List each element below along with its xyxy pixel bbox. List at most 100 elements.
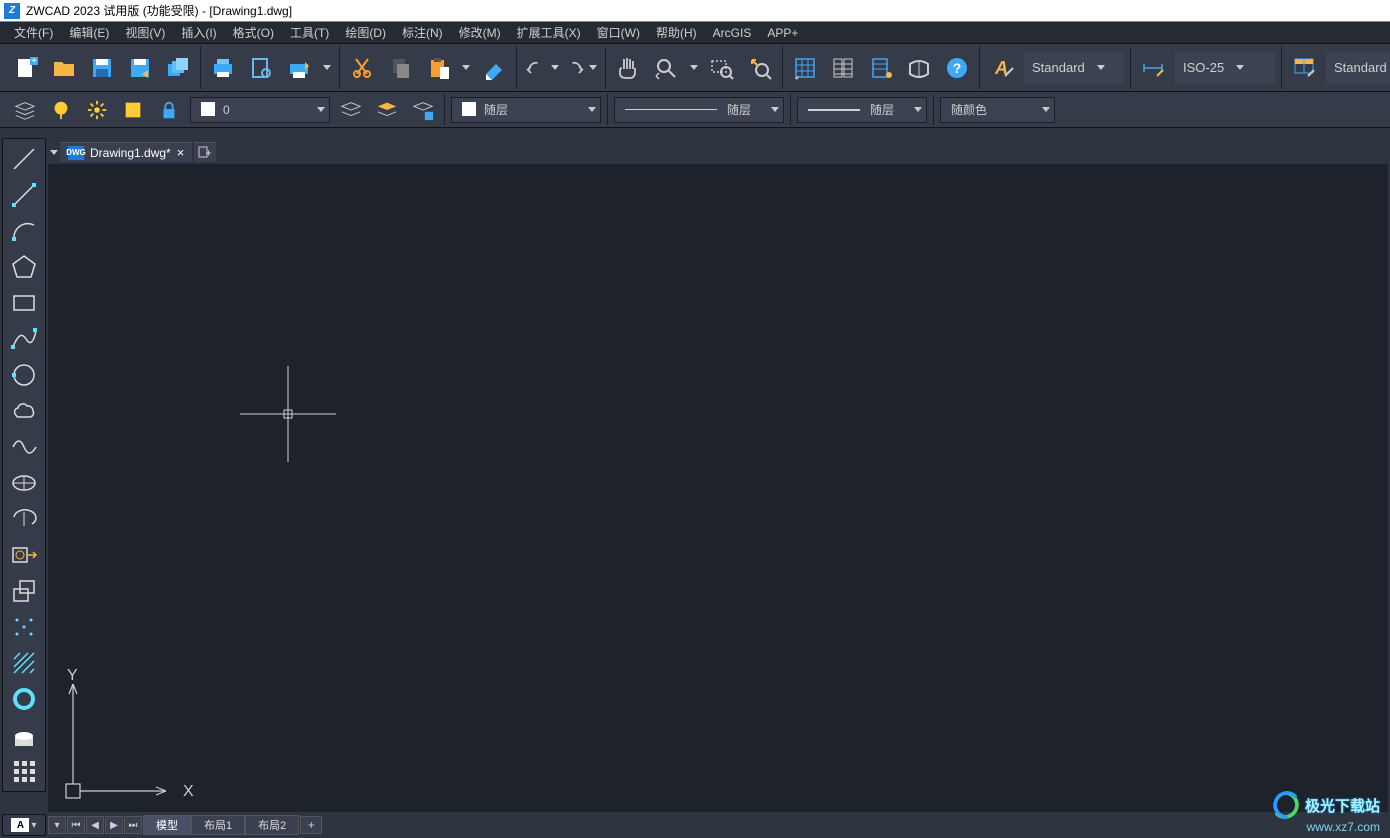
redo-dropdown[interactable] [587, 52, 599, 84]
layout-tab-model[interactable]: 模型 [143, 815, 191, 835]
ellipse-arc-button[interactable] [4, 501, 44, 537]
layer-isolate-button[interactable] [118, 96, 148, 124]
color-combo-value: 随层 [484, 101, 582, 118]
plot-style-combo[interactable]: 随颜色 [940, 97, 1055, 123]
menu-ext[interactable]: 扩展工具(X) [509, 21, 589, 44]
region-button[interactable] [4, 717, 44, 753]
print-button[interactable] [207, 52, 239, 84]
tabs-collapse-button[interactable] [48, 142, 60, 162]
layer-properties-toolbar: 0 随层 随层 随层 随颜色 [0, 92, 1390, 128]
menu-view[interactable]: 视图(V) [117, 21, 173, 44]
layout-tab-1[interactable]: 布局1 [191, 815, 245, 835]
point-button[interactable] [4, 609, 44, 645]
copy-button[interactable] [384, 52, 416, 84]
hatch-button[interactable] [4, 645, 44, 681]
dwg-icon: DWG [68, 146, 84, 160]
new-file-button[interactable]: + [10, 52, 42, 84]
pub-dropdown[interactable] [321, 52, 333, 84]
layout-tab-prev[interactable]: ◀ [86, 816, 104, 834]
ellipse-button[interactable] [4, 465, 44, 501]
document-tab-add-button[interactable] [194, 142, 216, 162]
layer-freeze-button[interactable] [82, 96, 112, 124]
color-combo[interactable]: 随层 [451, 97, 601, 123]
layer-lock-button[interactable] [154, 96, 184, 124]
circle-button[interactable] [4, 357, 44, 393]
block-insert-button[interactable] [4, 537, 44, 573]
linetype-combo[interactable]: 随层 [614, 97, 784, 123]
menu-edit[interactable]: 编辑(E) [61, 21, 117, 44]
menu-format[interactable]: 格式(O) [225, 21, 282, 44]
draw-toolbar [2, 138, 46, 792]
help-button[interactable]: ? [941, 52, 973, 84]
revcloud-button[interactable] [4, 393, 44, 429]
undo-button[interactable] [523, 52, 549, 84]
paste-dropdown[interactable] [460, 52, 472, 84]
layer-state-button[interactable] [408, 96, 438, 124]
document-tab-close-button[interactable]: × [177, 145, 185, 160]
drawing-canvas[interactable]: Y X [48, 164, 1388, 812]
layout-tab-add-button[interactable]: + [300, 816, 322, 834]
text-style-button[interactable]: A [986, 52, 1018, 84]
redo-button[interactable] [561, 52, 587, 84]
ray-button[interactable] [4, 177, 44, 213]
print-preview-button[interactable] [245, 52, 277, 84]
layout-tab-next[interactable]: ▶ [105, 816, 123, 834]
menu-modify[interactable]: 修改(M) [451, 21, 509, 44]
menu-help[interactable]: 帮助(H) [648, 21, 705, 44]
menu-file[interactable]: 文件(F) [6, 21, 61, 44]
zoom-fit-button[interactable] [650, 52, 682, 84]
menu-insert[interactable]: 插入(I) [173, 21, 224, 44]
svg-text:+: + [31, 56, 37, 67]
zoom-fit-dropdown[interactable] [688, 52, 700, 84]
pub-button[interactable] [283, 52, 315, 84]
line-button[interactable] [4, 141, 44, 177]
tool-palette-button[interactable] [865, 52, 897, 84]
saveas-button[interactable] [124, 52, 156, 84]
layout-tab-collapse[interactable]: ▾ [48, 816, 66, 834]
batch-button[interactable] [162, 52, 194, 84]
undo-dropdown[interactable] [549, 52, 561, 84]
text-style-combo[interactable]: Standard [1024, 52, 1124, 84]
pan-button[interactable] [612, 52, 644, 84]
dim-style-combo[interactable]: ISO-25 [1175, 52, 1275, 84]
zoom-prev-button[interactable] [744, 52, 776, 84]
erase-button[interactable] [478, 52, 510, 84]
design-center-button[interactable] [903, 52, 935, 84]
arc-button[interactable] [4, 213, 44, 249]
properties-button[interactable] [827, 52, 859, 84]
menu-arcgis[interactable]: ArcGIS [705, 23, 760, 43]
donut-button[interactable] [4, 681, 44, 717]
table-style-combo[interactable]: Standard [1326, 52, 1390, 84]
layout-tab-2[interactable]: 布局2 [245, 815, 299, 835]
table-style-button[interactable] [1288, 52, 1320, 84]
menu-tools[interactable]: 工具(T) [282, 21, 337, 44]
open-file-button[interactable] [48, 52, 80, 84]
layout-tab-last[interactable]: ⏭ [124, 816, 142, 834]
spline-button[interactable] [4, 321, 44, 357]
menu-dim[interactable]: 标注(N) [394, 21, 451, 44]
grid-button[interactable] [789, 52, 821, 84]
dim-style-button[interactable] [1137, 52, 1169, 84]
grid-dots-button[interactable] [4, 753, 44, 789]
lineweight-combo[interactable]: 随层 [797, 97, 927, 123]
block-make-button[interactable] [4, 573, 44, 609]
layer-prev-button[interactable] [336, 96, 366, 124]
paste-button[interactable] [422, 52, 454, 84]
polygon-button[interactable] [4, 249, 44, 285]
menu-draw[interactable]: 绘图(D) [337, 21, 394, 44]
cut-button[interactable] [346, 52, 378, 84]
save-button[interactable] [86, 52, 118, 84]
command-indicator[interactable]: A ▾ [2, 814, 46, 836]
layer-walk-button[interactable] [372, 96, 402, 124]
layer-manager-button[interactable] [10, 96, 40, 124]
layer-combo[interactable]: 0 [190, 97, 330, 123]
document-tab-drawing1[interactable]: DWG Drawing1.dwg* × [60, 142, 192, 162]
ucs-x-label: X [183, 783, 194, 800]
rectangle-button[interactable] [4, 285, 44, 321]
layer-on-button[interactable] [46, 96, 76, 124]
spline-fit-button[interactable] [4, 429, 44, 465]
menu-window[interactable]: 窗口(W) [589, 21, 648, 44]
menu-appplus[interactable]: APP+ [759, 23, 806, 43]
zoom-window-button[interactable] [706, 52, 738, 84]
layout-tab-first[interactable]: ⏮ [67, 816, 85, 834]
